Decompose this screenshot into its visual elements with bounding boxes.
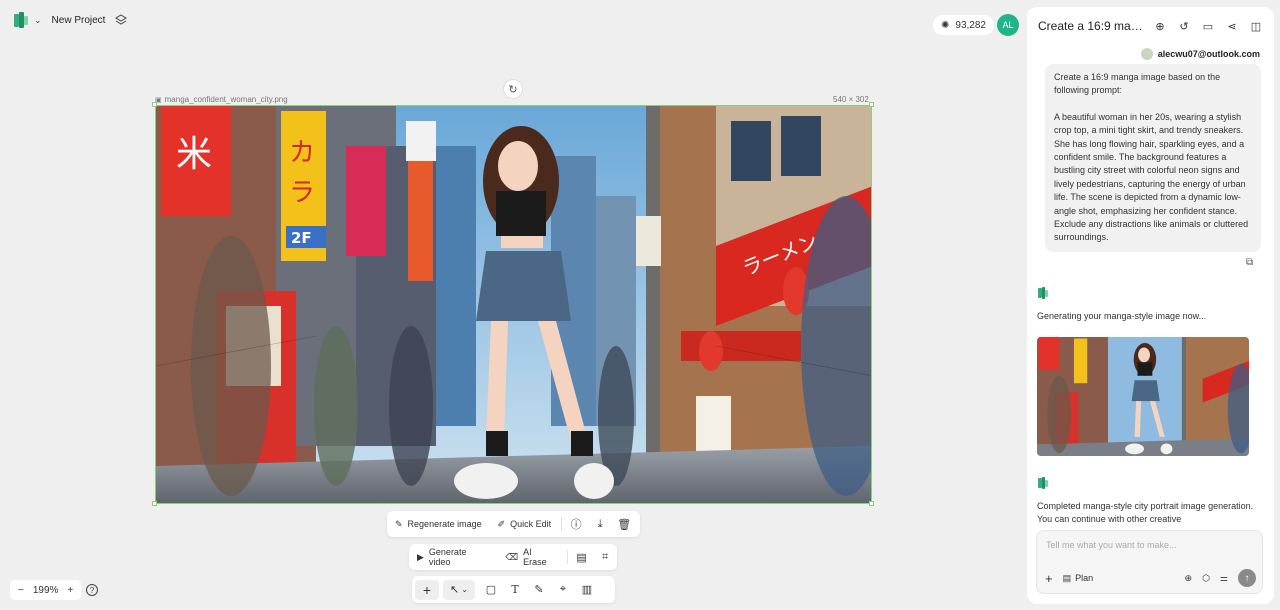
credits-count: 93,282 — [955, 19, 986, 31]
info-icon[interactable]: ⓘ — [564, 511, 588, 537]
user-avatar — [1140, 48, 1153, 60]
assistant-logo-icon — [1038, 287, 1048, 299]
pin-tool-icon[interactable]: ⌖ — [551, 576, 575, 603]
globe-icon[interactable]: ⊕ — [1185, 573, 1193, 584]
tools-toolbar: + ↖ ⌄ ▢ T ✎ ⌖ ▥ — [412, 576, 615, 603]
manga-city-illustration: 米 カ ラ 2F ラーメン — [156, 106, 871, 503]
download-icon[interactable]: ⤓ — [588, 511, 612, 537]
thumbnail-illustration — [1037, 337, 1249, 456]
resize-handle-tl[interactable] — [152, 102, 157, 107]
copy-icon[interactable]: ⧉ — [1246, 257, 1253, 268]
file-label: ▣ manga_confident_woman_city.png — [155, 95, 288, 104]
new-chat-icon[interactable]: ⊕ — [1153, 19, 1167, 33]
crop-icon[interactable]: ⌗ — [593, 544, 617, 570]
rectangle-tool-icon[interactable]: ▢ — [479, 576, 503, 603]
credits-badge[interactable]: ✺ 93,282 — [933, 15, 994, 35]
status-completed: Completed manga-style city portrait imag… — [1037, 501, 1254, 524]
user-email: alecwu07@outlook.com — [1157, 49, 1260, 59]
prompt-body: A beautiful woman in her 20s, wearing a … — [1054, 111, 1249, 243]
svg-text:2F: 2F — [291, 229, 312, 247]
zoom-out-icon[interactable]: − — [18, 585, 24, 596]
image-dimensions: 540 × 302 — [833, 95, 869, 104]
panel-actions: ⊕ ↺ ▭ ⋖ ◫ — [1153, 19, 1263, 33]
chat-panel: Create a 16:9 manga... ⊕ ↺ ▭ ⋖ ◫ alecwu0… — [1027, 7, 1274, 604]
generated-image[interactable]: 米 カ ラ 2F ラーメン — [155, 105, 872, 504]
plan-button[interactable]: ▤ Plan — [1063, 573, 1094, 584]
help-icon[interactable]: ? — [86, 584, 98, 596]
chevron-down-icon[interactable]: ⌄ — [34, 15, 42, 26]
resize-handle-br[interactable] — [869, 501, 874, 506]
project-name[interactable]: New Project — [52, 15, 106, 26]
app-logo-icon[interactable] — [14, 12, 28, 28]
divider — [561, 517, 563, 531]
pen-tool-icon[interactable]: ✎ — [527, 576, 551, 603]
chat-input-actions: + ▤ Plan ⊕ ⬡ ⚌ ↑ — [1045, 569, 1256, 587]
video-icon: ▶ — [417, 551, 424, 562]
zoom-control: − 199% + — [10, 580, 82, 600]
video-erase-toolbar: ▶ Generate video ⌫ AI Erase ▤ ⌗ — [409, 544, 617, 570]
plan-icon: ▤ — [1062, 572, 1072, 583]
avatar[interactable]: AL — [997, 14, 1019, 36]
sidebar-toggle-icon[interactable]: ◫ — [1249, 19, 1263, 33]
status-generating: Generating your manga-style image now... — [1037, 311, 1207, 321]
resize-handle-bl[interactable] — [152, 501, 157, 506]
history-icon[interactable]: ↺ — [1177, 19, 1191, 33]
project-bar: ⌄ New Project — [14, 10, 128, 30]
text-tool-icon[interactable]: T — [503, 576, 527, 603]
folder-icon[interactable]: ▭ — [1201, 19, 1215, 33]
cube-icon[interactable]: ⬡ — [1202, 573, 1210, 584]
chat-input[interactable]: Tell me what you want to make... + ▤ Pla… — [1036, 530, 1263, 594]
text-recognize-icon[interactable]: ▤ — [570, 544, 594, 570]
layout-tool-icon[interactable]: ▥ — [575, 576, 599, 603]
rotate-icon[interactable]: ↻ — [503, 79, 523, 99]
layers-icon[interactable] — [115, 14, 128, 26]
divider — [566, 550, 568, 564]
regenerate-button[interactable]: ✎ Regenerate image — [387, 511, 490, 537]
result-thumbnail[interactable] — [1037, 337, 1249, 456]
attach-icon[interactable]: + — [1045, 571, 1053, 586]
svg-text:米: 米 — [176, 134, 212, 175]
user-identity: alecwu07@outlook.com — [1140, 48, 1260, 60]
quick-edit-icon: ✐ — [497, 518, 506, 529]
zoom-in-icon[interactable]: + — [67, 585, 73, 596]
delete-icon[interactable]: 🗑 — [612, 511, 636, 537]
regenerate-icon: ✎ — [395, 518, 403, 529]
select-tool-icon[interactable]: ↖ ⌄ — [443, 579, 475, 600]
settings-sliders-icon[interactable]: ⚌ — [1220, 573, 1228, 584]
zoom-level[interactable]: 199% — [33, 585, 59, 596]
eraser-icon: ⌫ — [505, 551, 519, 562]
add-icon[interactable]: + — [415, 579, 439, 600]
send-button[interactable]: ↑ — [1238, 569, 1256, 587]
prompt-intro: Create a 16:9 manga image based on the f… — [1054, 72, 1221, 96]
panel-title: Create a 16:9 manga... — [1038, 19, 1146, 33]
resize-handle-tr[interactable] — [869, 102, 874, 107]
user-prompt-bubble: Create a 16:9 manga image based on the f… — [1045, 64, 1261, 252]
svg-text:ラ: ラ — [289, 178, 315, 208]
file-name: manga_confident_woman_city.png — [164, 95, 288, 104]
credits-icon: ✺ — [941, 19, 950, 31]
ai-erase-button[interactable]: ⌫ AI Erase — [497, 544, 564, 570]
generate-video-button[interactable]: ▶ Generate video — [409, 544, 497, 570]
share-icon[interactable]: ⋖ — [1225, 19, 1239, 33]
assistant-logo-icon — [1038, 477, 1048, 489]
quick-edit-button[interactable]: ✐ Quick Edit — [490, 511, 560, 537]
svg-text:カ: カ — [289, 138, 315, 168]
image-action-toolbar: ✎ Regenerate image ✐ Quick Edit ⓘ ⤓ 🗑 — [387, 511, 640, 537]
chat-input-placeholder: Tell me what you want to make... — [1046, 540, 1177, 550]
